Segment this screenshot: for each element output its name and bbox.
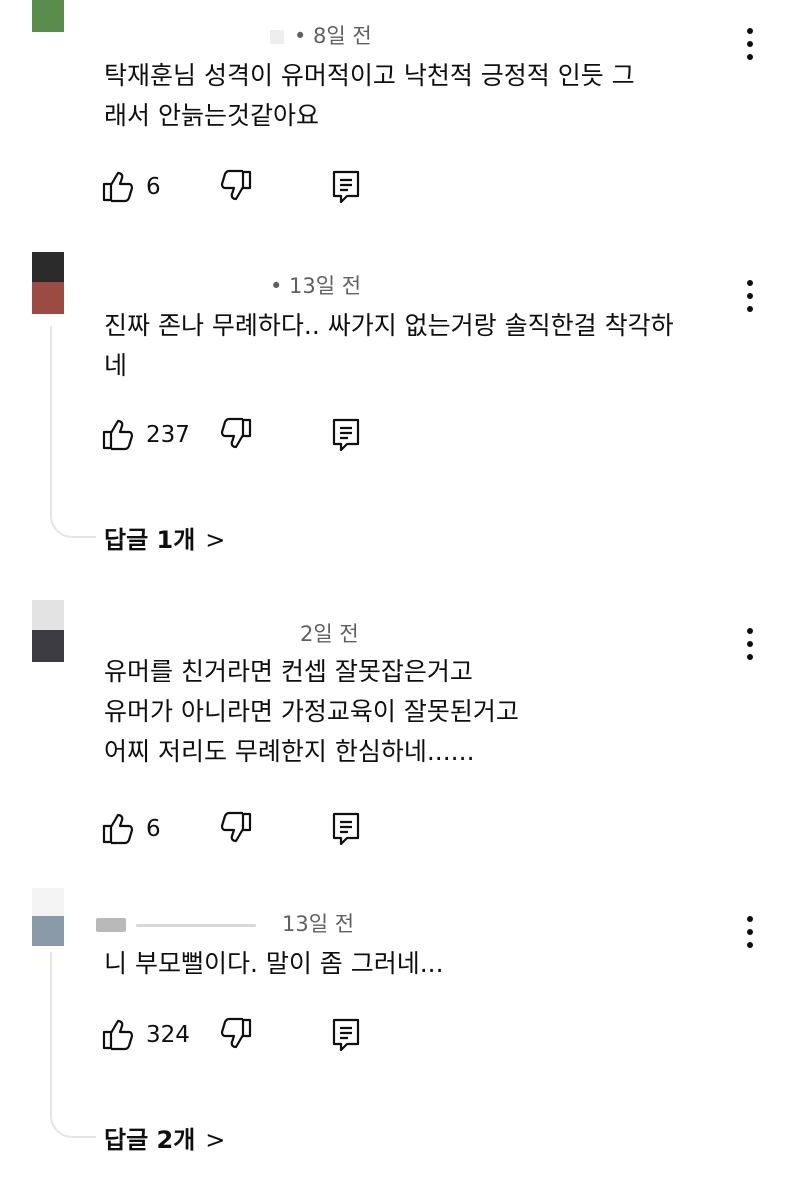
like-count: 6 (146, 174, 161, 200)
comment-text: 진짜 존나 무례하다.. 싸가지 없는거랑 솔직한걸 착각하 네 (104, 306, 744, 386)
comment-meta: • 8일 전 (270, 20, 372, 50)
comment-meta: • 13일 전 (270, 270, 361, 300)
reply-icon (332, 170, 360, 204)
thumb-up-icon (102, 171, 134, 203)
comment-text-line: 진짜 존나 무례하다.. 싸가지 없는거랑 솔직한걸 착각하 (104, 311, 674, 340)
avatar[interactable] (32, 600, 64, 662)
chevron-right-icon: > (205, 526, 226, 554)
comment-meta: 2일 전 (300, 618, 359, 648)
more-vert-icon (747, 28, 753, 34)
comment-text-line: 유머를 친거라면 컨셉 잘못잡은거고 (104, 657, 473, 686)
comment-text-line: 래서 안늙는것같아요 (104, 101, 319, 130)
more-vert-icon (747, 916, 753, 922)
thumb-down-icon (220, 811, 252, 843)
thumb-down-icon (220, 417, 252, 449)
view-replies-button[interactable]: 답글 2개 > (104, 1120, 225, 1155)
comment-text-line: 유머가 아니라면 가정교육이 잘못된거고 (104, 697, 519, 726)
view-replies-button[interactable]: 답글 1개 > (104, 520, 225, 555)
avatar[interactable] (32, 888, 64, 946)
reply-icon (332, 1018, 360, 1052)
comment-text-line: 네 (104, 351, 128, 380)
comment-meta: 13일 전 (96, 908, 354, 938)
thumb-up-icon (102, 419, 134, 451)
comment-item: 13일 전 니 부모뻘이다. 말이 좀 그러네... 324 답글 2개 > (0, 880, 800, 1179)
comment-item: • 13일 전 진짜 존나 무례하다.. 싸가지 없는거랑 솔직한걸 착각하 네… (0, 230, 800, 580)
more-vert-icon (747, 280, 753, 286)
comment-actions: 6 (100, 810, 400, 850)
replies-label: 답글 2개 (104, 1126, 196, 1154)
thread-line (50, 326, 96, 538)
comment-actions: 237 (100, 416, 400, 456)
like-count: 237 (146, 422, 190, 448)
comment-timestamp: • 13일 전 (270, 274, 362, 298)
reply-icon (332, 418, 360, 452)
replies-label: 답글 1개 (104, 526, 196, 554)
thumb-up-icon (102, 1019, 134, 1051)
comment-actions: 6 (100, 168, 400, 208)
comment-text: 니 부모뻘이다. 말이 좀 그러네... (104, 944, 744, 984)
comment-timestamp: 13일 전 (282, 912, 355, 936)
like-count: 6 (146, 816, 161, 842)
comment-item: • 8일 전 탁재훈님 성격이 유머적이고 낙천적 긍정적 인듯 그 래서 안늙… (0, 0, 800, 230)
comment-text-line: 탁재훈님 성격이 유머적이고 낙천적 긍정적 인듯 그 (104, 61, 635, 90)
thumb-down-icon (220, 169, 252, 201)
comment-text-line: 어찌 저리도 무례한지 한심하네...... (104, 737, 475, 766)
comment-actions: 324 (100, 1016, 400, 1056)
comment-timestamp: • 8일 전 (294, 24, 372, 48)
comment-item: 2일 전 유머를 친거라면 컨셉 잘못잡은거고 유머가 아니라면 가정교육이 잘… (0, 580, 800, 880)
thread-line (50, 952, 96, 1138)
reply-icon (332, 812, 360, 846)
comment-text: 탁재훈님 성격이 유머적이고 낙천적 긍정적 인듯 그 래서 안늙는것같아요 (104, 56, 744, 136)
comment-text-line: 니 부모뻘이다. 말이 좀 그러네... (104, 949, 444, 978)
chevron-right-icon: > (205, 1126, 226, 1154)
comment-text: 유머를 친거라면 컨셉 잘못잡은거고 유머가 아니라면 가정교육이 잘못된거고 … (104, 652, 744, 772)
like-count: 324 (146, 1022, 190, 1048)
more-vert-icon (747, 628, 753, 634)
avatar[interactable] (32, 0, 64, 32)
avatar[interactable] (32, 252, 64, 314)
comment-timestamp: 2일 전 (300, 622, 359, 646)
thumb-up-icon (102, 813, 134, 845)
thumb-down-icon (220, 1017, 252, 1049)
